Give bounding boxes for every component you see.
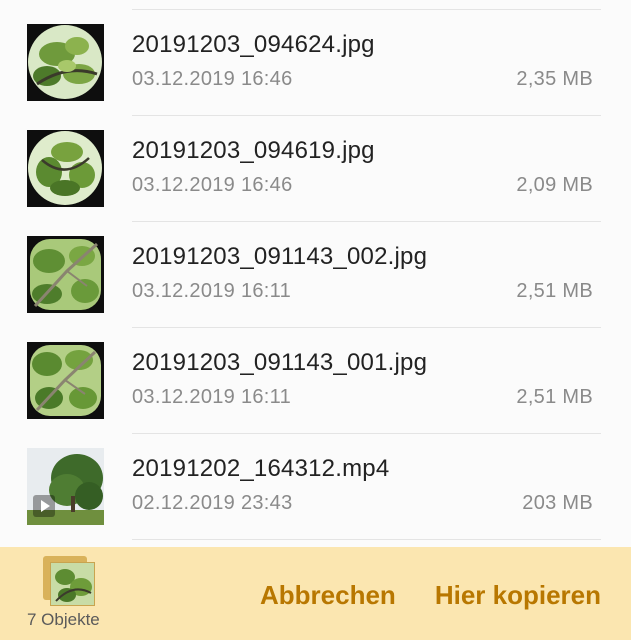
file-name: 20191203_091143_002.jpg <box>132 243 428 270</box>
selection-count: 7 Objekte <box>27 610 100 629</box>
file-date: 03.12.2019 16:46 <box>132 174 293 196</box>
file-name: 20191203_094619.jpg <box>132 137 375 164</box>
file-name: 20191202_164312.mp4 <box>132 455 390 482</box>
play-icon <box>33 495 55 517</box>
file-date: 02.12.2019 23:43 <box>132 492 293 514</box>
selected-items-stack-icon[interactable] <box>43 556 95 606</box>
file-size: 203 MB <box>522 492 593 514</box>
image-thumbnail <box>27 24 104 101</box>
file-date: 03.12.2019 16:11 <box>132 280 292 302</box>
file-size: 2,51 MB <box>516 386 593 408</box>
copy-action-bar: 7 Objekte Abbrechen Hier kopieren <box>0 547 631 640</box>
image-thumbnail <box>27 342 104 419</box>
cancel-button[interactable]: Abbrechen <box>260 580 396 611</box>
file-row[interactable]: 20191203_091143_002.jpg 03.12.2019 16:11… <box>0 222 631 328</box>
file-row[interactable]: 20191203_091143_001.jpg 03.12.2019 16:11… <box>0 328 631 434</box>
file-size: 2,35 MB <box>516 68 593 90</box>
file-row[interactable]: 20191203_094624.jpg 03.12.2019 16:46 2,3… <box>0 10 631 116</box>
file-name: 20191203_091143_001.jpg <box>132 349 428 376</box>
file-size: 2,09 MB <box>516 174 593 196</box>
selected-thumbnail <box>50 562 95 606</box>
image-thumbnail <box>27 236 104 313</box>
file-size: 2,51 MB <box>516 280 593 302</box>
copy-here-button[interactable]: Hier kopieren <box>435 580 601 611</box>
file-date: 03.12.2019 16:46 <box>132 68 293 90</box>
file-name: 20191203_094624.jpg <box>132 31 375 58</box>
video-thumbnail <box>27 448 104 525</box>
file-row[interactable]: 20191203_094619.jpg 03.12.2019 16:46 2,0… <box>0 116 631 222</box>
file-date: 03.12.2019 16:11 <box>132 386 292 408</box>
image-thumbnail <box>27 130 104 207</box>
divider <box>132 539 601 540</box>
file-row[interactable]: 20191202_164312.mp4 02.12.2019 23:43 203… <box>0 434 631 540</box>
